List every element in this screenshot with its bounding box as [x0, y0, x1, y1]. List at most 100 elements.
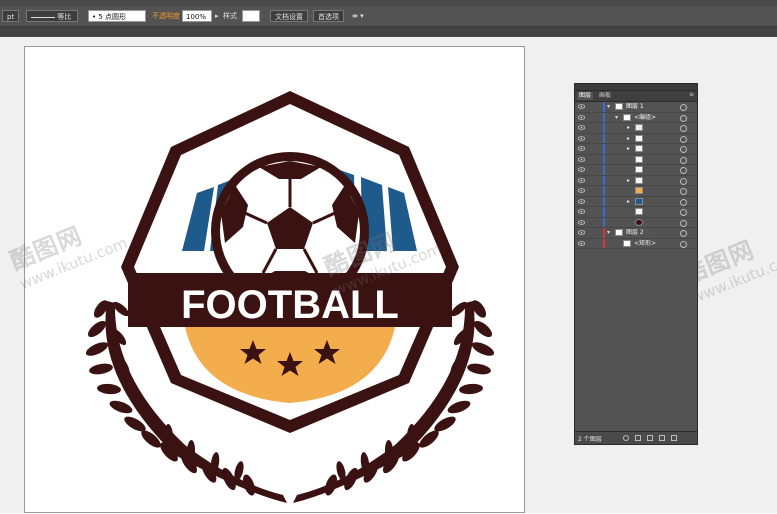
collapsed-triangle-icon[interactable]: ▸	[627, 135, 630, 143]
eye-icon[interactable]	[578, 219, 585, 225]
eye-icon[interactable]	[578, 240, 585, 246]
target-icon[interactable]	[680, 230, 687, 237]
target-icon[interactable]	[680, 219, 687, 227]
layer-color-bar	[603, 217, 605, 227]
target-icon[interactable]	[680, 135, 687, 143]
preferences-button[interactable]: 首选项	[313, 10, 344, 22]
delete-layer-icon[interactable]	[671, 435, 677, 441]
stroke-unit-field[interactable]: pt	[2, 10, 20, 22]
target-icon[interactable]	[680, 114, 687, 122]
layer-color-bar	[603, 123, 605, 133]
style-label: 样式	[223, 12, 237, 20]
layer-color-bar	[603, 165, 605, 175]
layer-color-bar	[603, 196, 605, 206]
eye-icon[interactable]	[578, 209, 585, 214]
collapsed-triangle-icon[interactable]: ▸	[627, 124, 630, 132]
eye-icon[interactable]	[578, 135, 585, 141]
panel-footer: 2 个图层	[575, 431, 697, 444]
clipping-mask-icon[interactable]	[635, 435, 641, 441]
layer-row-layer1[interactable]: ▾ 图层 1	[575, 102, 697, 113]
layer-row-sublayer[interactable]	[575, 165, 697, 176]
target-icon[interactable]	[680, 156, 687, 164]
layer-color-bar	[603, 154, 605, 164]
stroke-profile-dropdown[interactable]: 等比	[26, 10, 78, 22]
collapsed-triangle-icon[interactable]: ▸	[627, 145, 630, 153]
brush-dot-icon: •	[92, 13, 97, 21]
collapsed-triangle-icon[interactable]: ▸	[627, 177, 630, 185]
sublayer-thumbnail	[635, 208, 643, 215]
control-bar: pt 等比 • 5 点圆形 不透明度 100% ▸ 样式 文档设置 首选项 ⇼ …	[0, 6, 777, 27]
eye-icon[interactable]	[578, 156, 585, 162]
layer-row-layer2[interactable]: ▾ 图层 2	[575, 228, 697, 239]
group-name[interactable]: <编组>	[634, 114, 656, 122]
layer-row-sublayer[interactable]: ▸	[575, 196, 697, 207]
layer-row-sublayer[interactable]: ▸	[575, 133, 697, 144]
eye-icon[interactable]	[578, 230, 585, 235]
layer-color-bar	[603, 133, 605, 143]
artboard[interactable]: FOOTBALL	[24, 46, 525, 513]
layer-row-sublayer[interactable]	[575, 207, 697, 218]
opacity-label[interactable]: 不透明度	[152, 10, 180, 22]
group-thumbnail	[623, 113, 631, 121]
layers-panel[interactable]: 图层 画板 ≡ ▾ 图层 1 ▾ <编组> ▸ ▸ ▸ ▸ ▸ ▾ 图层 2 <…	[574, 83, 698, 445]
opacity-arrow-icon[interactable]: ▸	[215, 10, 219, 22]
eye-icon[interactable]	[578, 125, 585, 130]
layer-row-sublayer[interactable]	[575, 217, 697, 228]
layer-row-group[interactable]: ▾ <编组>	[575, 112, 697, 123]
eye-icon[interactable]	[578, 167, 585, 172]
locate-object-icon[interactable]	[623, 435, 629, 441]
layer-row-sublayer[interactable]	[575, 154, 697, 165]
eye-icon[interactable]	[578, 188, 585, 193]
layer-row-sublayer[interactable]: ▸	[575, 123, 697, 134]
layer-row-sublayer[interactable]: ▸	[575, 144, 697, 155]
layer-name[interactable]: 图层 2	[626, 229, 644, 237]
sublayer-thumbnail	[635, 187, 643, 194]
tab-artboards[interactable]: 画板	[597, 92, 613, 100]
tab-layers[interactable]: 图层	[577, 92, 594, 100]
layer-thumbnail	[615, 103, 623, 110]
layer-name[interactable]: 图层 1	[626, 103, 644, 111]
style-swatch[interactable]	[242, 10, 260, 22]
new-sublayer-icon[interactable]	[647, 435, 653, 441]
brush-definition-dropdown[interactable]: • 5 点圆形	[88, 10, 146, 22]
target-icon[interactable]	[680, 188, 687, 195]
expand-triangle-icon[interactable]: ▾	[607, 103, 610, 111]
layer-color-bar	[603, 112, 605, 122]
sublayer-thumbnail	[635, 134, 643, 142]
layer-row-sublayer[interactable]: ▸	[575, 175, 697, 186]
target-icon[interactable]	[680, 167, 687, 174]
eye-icon[interactable]	[578, 177, 585, 183]
eye-icon[interactable]	[578, 198, 585, 204]
panel-menu-icon[interactable]: ≡	[689, 91, 694, 98]
target-icon[interactable]	[680, 198, 687, 206]
sublayer-thumbnail	[635, 197, 643, 205]
target-icon[interactable]	[680, 177, 687, 185]
sublayer-thumbnail	[635, 124, 643, 131]
collapsed-triangle-icon[interactable]: ▸	[627, 198, 630, 206]
rect-thumbnail	[623, 239, 631, 247]
eye-icon[interactable]	[578, 104, 585, 109]
target-icon[interactable]	[680, 125, 687, 132]
layer-color-bar	[603, 186, 605, 196]
target-icon[interactable]	[680, 146, 687, 153]
rect-name[interactable]: <矩形>	[634, 240, 656, 248]
new-layer-icon[interactable]	[659, 435, 665, 441]
target-icon[interactable]	[680, 209, 687, 216]
panel-title-bar[interactable]	[575, 84, 697, 91]
target-icon[interactable]	[680, 240, 687, 248]
eye-icon[interactable]	[578, 114, 585, 120]
arrange-icon[interactable]: ⇼ ▾	[352, 10, 364, 22]
sublayer-thumbnail	[635, 166, 643, 173]
brush-label: 5 点圆形	[98, 13, 127, 21]
layer-row-sublayer[interactable]	[575, 186, 697, 197]
panel-tabs: 图层 画板 ≡	[575, 91, 697, 102]
eye-icon[interactable]	[578, 146, 585, 151]
sublayer-thumbnail	[635, 155, 643, 163]
expand-triangle-icon[interactable]: ▾	[615, 114, 618, 122]
football-logo[interactable]: FOOTBALL	[25, 47, 526, 514]
layer-row-rect[interactable]: <矩形>	[575, 238, 697, 249]
opacity-input[interactable]: 100%	[182, 10, 212, 22]
expand-triangle-icon[interactable]: ▾	[607, 229, 610, 237]
document-setup-button[interactable]: 文档设置	[270, 10, 308, 22]
target-icon[interactable]	[680, 104, 687, 111]
